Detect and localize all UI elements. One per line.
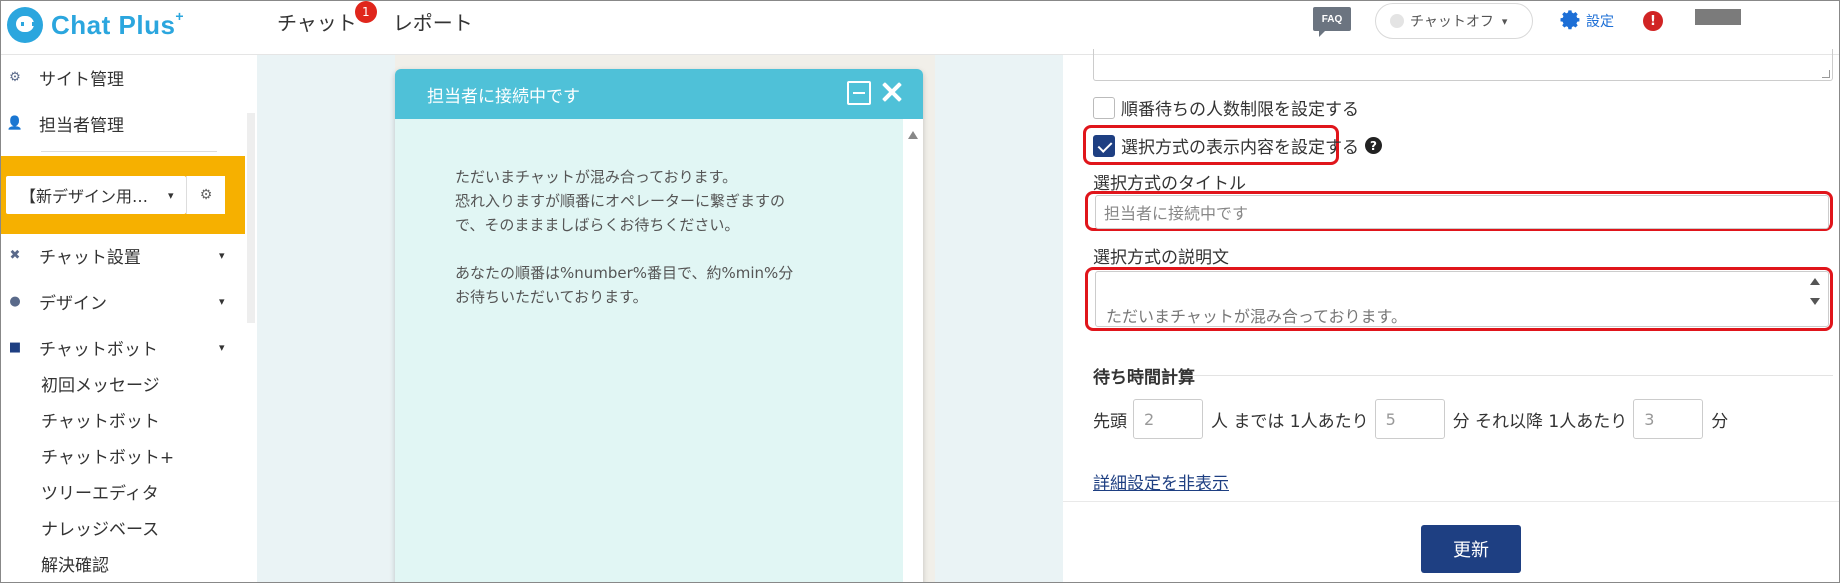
sidebar-item-site-manage[interactable]: ⚙ サイト管理 — [1, 65, 124, 90]
sidebar-item-chatbot[interactable]: ■ チャットボット ▾ — [1, 335, 225, 360]
user-menu[interactable] — [1695, 9, 1741, 25]
sidebar-subitem[interactable]: 解決確認 — [41, 551, 109, 576]
status-dot-icon — [1390, 14, 1404, 28]
chat-window-header: 担当者に接続中です — [395, 69, 923, 119]
alert-icon[interactable]: ! — [1643, 11, 1663, 31]
settings-link[interactable]: 設定 — [1559, 9, 1614, 33]
selection-display-option[interactable]: 選択方式の表示内容を設定する ? — [1093, 133, 1382, 158]
sidebar-item-label: サイト管理 — [39, 70, 124, 90]
wait-time-title: 待ち時間計算 — [1093, 368, 1195, 388]
site-select-value: 【新デザイン用… — [20, 187, 149, 206]
chevron-down-icon: ▾ — [219, 249, 225, 262]
logo-text: Chat Plus+ — [51, 7, 185, 40]
queue-limit-checkbox[interactable] — [1093, 96, 1115, 119]
scroll-down-icon[interactable] — [1810, 298, 1820, 305]
nav-report-label: レポート — [392, 11, 473, 35]
sidebar-item-label: チャットボット — [39, 340, 158, 360]
chevron-down-icon: ▾ — [168, 188, 174, 202]
nav-chat[interactable]: チャット 1 — [273, 1, 377, 36]
hide-detail-settings-link[interactable]: 詳細設定を非表示 — [1093, 469, 1229, 494]
sidebar: ⚙ サイト管理 👤 担当者管理 【新デザイン用… ▾ ⚙ ✖ チャット設置 ▾ … — [1, 55, 255, 582]
site-selector-box: 【新デザイン用… ▾ ⚙ — [1, 156, 245, 234]
chevron-down-icon: ▾ — [1501, 14, 1508, 28]
after-minutes-input[interactable]: 3 — [1633, 399, 1704, 439]
chat-preview-area: 担当者に接続中です ただいまチャットが混み合っております。 恐れ入りますが順番に… — [257, 55, 1063, 582]
close-icon[interactable] — [879, 79, 905, 105]
site-settings-icon[interactable]: ⚙ — [187, 176, 225, 214]
queue-limit-option[interactable]: 順番待ちの人数制限を設定する — [1093, 95, 1359, 120]
wait-time-row: 先頭 2 人 までは 1人あたり 5 分 それ以降 1人あたり 3 分 — [1093, 399, 1728, 439]
panel-divider — [1063, 501, 1839, 502]
scroll-up-icon[interactable] — [908, 131, 918, 139]
sidebar-subitem[interactable]: ナレッジベース — [41, 515, 159, 540]
gear-icon — [1560, 10, 1580, 30]
settings-label: 設定 — [1586, 14, 1614, 30]
section-divider — [1183, 375, 1833, 376]
chevron-down-icon: ▾ — [219, 295, 225, 308]
selection-display-checkbox[interactable] — [1093, 134, 1115, 157]
chat-status-dropdown[interactable]: チャットオフ ▾ — [1375, 3, 1533, 39]
chat-message: ただいまチャットが混み合っております。 恐れ入りますが順番にオペレーターに繋ぎま… — [455, 165, 835, 333]
sidebar-subitem[interactable]: チャットボット+ — [41, 443, 174, 468]
sidebar-item-label: デザイン — [39, 294, 107, 314]
selection-display-label: 選択方式の表示内容を設定する — [1121, 138, 1359, 158]
wait-prefix-label: 先頭 — [1093, 411, 1127, 432]
description-text: ただいまチャットが混み合っております。 恐れ入りますが順番にオペレーターに繋ぎま… — [1106, 307, 1407, 326]
wait-mid-label: 人 までは 1人あたり — [1211, 411, 1369, 432]
chat-message-text: あなたの順番は%number%番目で、約%min%分 お待ちいただいております。 — [455, 264, 794, 306]
sidebar-item-label: 担当者管理 — [39, 116, 124, 136]
sidebar-subitem[interactable]: ツリーエディタ — [41, 479, 159, 504]
chat-plus-logo-icon — [7, 7, 43, 43]
faq-icon[interactable]: FAQ — [1313, 7, 1351, 37]
sidebar-item-design[interactable]: ● デザイン ▾ — [1, 289, 224, 314]
sidebar-item-chat-install[interactable]: ✖ チャット設置 ▾ — [1, 243, 225, 268]
chat-window-preview: 担当者に接続中です ただいまチャットが混み合っております。 恐れ入りますが順番に… — [395, 69, 923, 582]
palette-icon: ● — [9, 294, 21, 309]
chat-window-title: 担当者に接続中です — [427, 86, 580, 107]
settings-panel: 順番待ちの人数制限を設定する 選択方式の表示内容を設定する ? 選択方式のタイト… — [1063, 49, 1839, 582]
gears-icon: ⚙ — [9, 70, 21, 85]
sidebar-scrollbar[interactable] — [247, 113, 255, 323]
sidebar-subitem[interactable]: チャットボット — [41, 407, 160, 432]
logo[interactable]: Chat Plus+ — [7, 5, 184, 45]
wait-suffix-label: 分 — [1711, 411, 1729, 432]
queue-limit-label: 順番待ちの人数制限を設定する — [1121, 100, 1359, 120]
nav-chat-label: チャット — [277, 11, 357, 35]
wait-mid-label: 分 それ以降 1人あたり — [1452, 411, 1628, 432]
comments-icon: ■ — [8, 340, 22, 355]
update-button[interactable]: 更新 — [1421, 525, 1521, 573]
sidebar-item-agent-manage[interactable]: 👤 担当者管理 — [1, 111, 124, 136]
chat-message-text: ただいまチャットが混み合っております。 恐れ入りますが順番にオペレーターに繋ぎま… — [455, 168, 786, 234]
site-select[interactable]: 【新デザイン用… ▾ — [6, 176, 187, 214]
selection-description-textarea[interactable]: ただいまチャットが混み合っております。 恐れ入りますが順番にオペレーターに繋ぎま… — [1095, 271, 1829, 327]
first-minutes-input[interactable]: 5 — [1374, 399, 1445, 439]
tools-icon: ✖ — [9, 248, 21, 263]
description-field-label: 選択方式の説明文 — [1093, 248, 1229, 268]
users-cog-icon: 👤 — [6, 116, 24, 131]
scroll-up-icon[interactable] — [1810, 278, 1820, 285]
status-label: チャットオフ — [1410, 14, 1494, 30]
nav-report[interactable]: レポート — [389, 7, 477, 36]
sidebar-subitem[interactable]: 初回メッセージ — [41, 371, 160, 396]
resize-grip-icon[interactable] — [1822, 70, 1830, 78]
top-nav: チャット 1 レポート — [273, 1, 477, 36]
chat-scrollbar[interactable] — [903, 119, 923, 582]
minimize-icon[interactable] — [847, 81, 871, 105]
help-icon[interactable]: ? — [1365, 137, 1382, 154]
chat-count-badge: 1 — [354, 1, 377, 23]
chevron-down-icon: ▾ — [219, 341, 225, 354]
selection-title-input[interactable]: 担当者に接続中です — [1095, 195, 1829, 229]
sidebar-divider — [41, 151, 217, 152]
top-bar: Chat Plus+ チャット 1 レポート FAQ チャットオフ ▾ 設定 ! — [1, 1, 1839, 55]
previous-textarea[interactable] — [1093, 49, 1833, 81]
sidebar-item-label: チャット設置 — [39, 248, 141, 268]
first-count-input[interactable]: 2 — [1133, 399, 1203, 439]
app-frame: Chat Plus+ チャット 1 レポート FAQ チャットオフ ▾ 設定 ! — [0, 0, 1840, 583]
